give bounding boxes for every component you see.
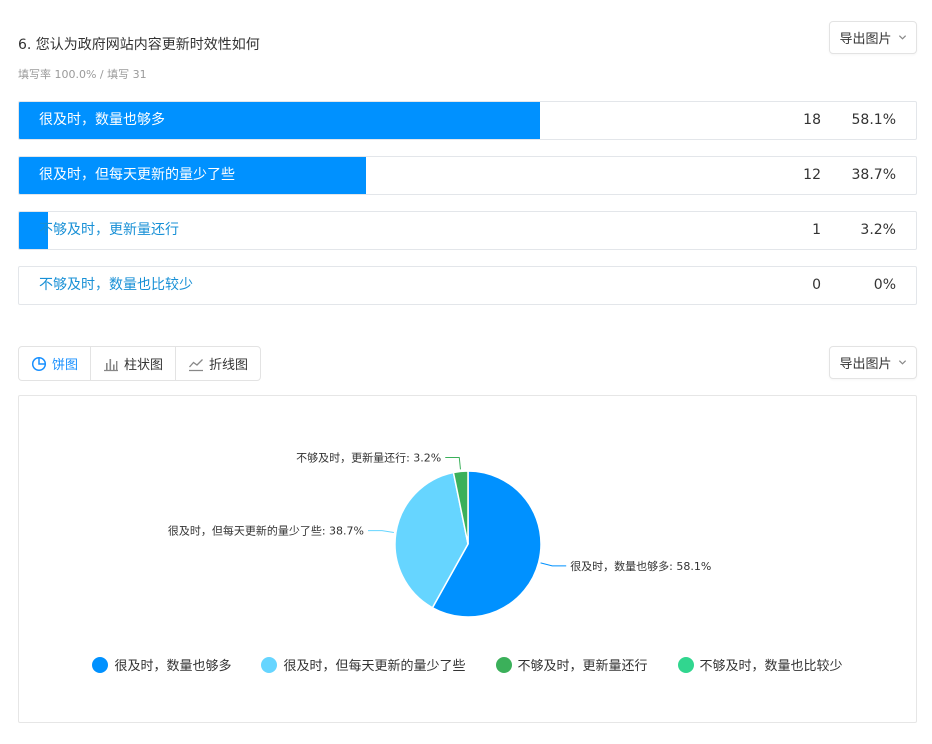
- legend-label: 不够及时，更新量还行: [517, 659, 648, 674]
- pie-chart-icon: [31, 356, 47, 371]
- legend-item[interactable]: 很及时，但每天更新的量少了些: [261, 655, 466, 674]
- chart-type-tabs: 饼图 柱状图 折线图: [18, 346, 262, 381]
- option-row: 很及时，数量也够多 18 58.1%: [18, 101, 917, 140]
- legend-marker: [677, 656, 694, 673]
- option-count: 18: [803, 112, 821, 128]
- option-percent: 0%: [873, 277, 896, 293]
- legend-label: 很及时，但每天更新的量少了些: [283, 659, 466, 674]
- chevron-down-icon: [898, 35, 906, 40]
- pie-chart: 很及时，数量也够多: 58.1% 很及时，但每天更新的量少了些: 38.7% 不够及…: [168, 450, 711, 618]
- tab-label: 折线图: [209, 358, 249, 373]
- option-percent: 58.1%: [851, 112, 896, 128]
- tab-pie[interactable]: 饼图: [19, 347, 92, 380]
- question-meta: 填写率 100.0% / 填写 31: [18, 68, 147, 81]
- pie-leader-line: [368, 530, 394, 533]
- pie-data-label: 很及时，但每天更新的量少了些: 38.7%: [168, 524, 364, 538]
- option-row: 不够及时，数量也比较少 0 0%: [18, 266, 917, 305]
- option-percent: 38.7%: [851, 167, 896, 183]
- option-count: 0: [812, 277, 821, 293]
- option-label: 不够及时，更新量还行: [39, 222, 179, 238]
- chart-panel: 很及时，数量也够多: 58.1% 很及时，但每天更新的量少了些: 38.7% 不够及…: [18, 395, 917, 723]
- tab-label: 饼图: [52, 358, 79, 373]
- bar-chart-icon: [104, 358, 119, 371]
- tab-bar[interactable]: 柱状图: [91, 347, 177, 380]
- tab-label: 柱状图: [124, 358, 164, 373]
- question-title: 6. 您认为政府网站内容更新时效性如何: [18, 37, 260, 53]
- option-row: 很及时，但每天更新的量少了些 12 38.7%: [18, 156, 917, 195]
- export-button-label: 导出图片: [839, 32, 892, 47]
- legend-item[interactable]: 不够及时，数量也比较少: [677, 655, 843, 674]
- option-row: 不够及时，更新量还行 1 3.2%: [18, 211, 917, 250]
- export-button-label: 导出图片: [839, 357, 892, 372]
- option-count: 1: [812, 222, 821, 238]
- pie-leader-line: [540, 562, 567, 567]
- chevron-down-icon: [898, 360, 906, 365]
- legend-marker: [261, 656, 278, 673]
- line-chart-icon: [189, 358, 204, 371]
- tab-line[interactable]: 折线图: [176, 347, 260, 380]
- legend-label: 不够及时，数量也比较少: [699, 659, 843, 674]
- legend-marker: [92, 656, 109, 673]
- legend-marker: [495, 656, 512, 673]
- pie-data-label: 很及时，数量也够多: 58.1%: [570, 559, 711, 573]
- option-label: 很及时，但每天更新的量少了些: [39, 167, 235, 183]
- pie-data-label: 不够及时，更新量还行: 3.2%: [296, 450, 441, 464]
- legend-item[interactable]: 很及时，数量也够多: [92, 655, 231, 674]
- legend-item[interactable]: 不够及时，更新量还行: [495, 655, 648, 674]
- export-image-button-top[interactable]: 导出图片: [829, 21, 917, 54]
- export-image-button-chart[interactable]: 导出图片: [829, 346, 917, 379]
- option-count: 12: [803, 167, 821, 183]
- legend-label: 很及时，数量也够多: [114, 659, 232, 674]
- option-label: 不够及时，数量也比较少: [39, 277, 193, 293]
- option-label: 很及时，数量也够多: [39, 112, 165, 128]
- pie-leader-line: [445, 456, 461, 470]
- chart-legend: 很及时，数量也够多 很及时，但每天更新的量少了些 不够及时，更新量还行 不够及时…: [19, 655, 916, 674]
- option-percent: 3.2%: [860, 222, 896, 238]
